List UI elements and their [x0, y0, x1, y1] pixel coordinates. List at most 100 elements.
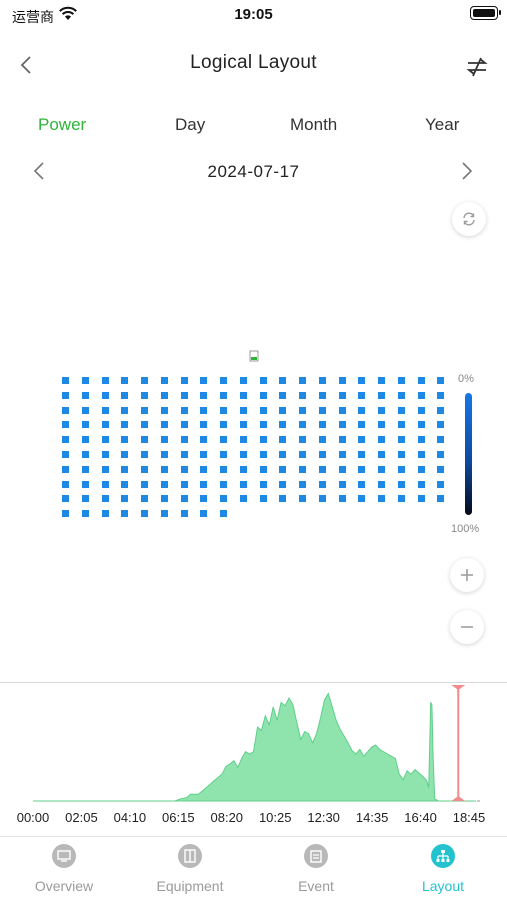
pv-module[interactable]	[299, 495, 306, 503]
pv-module[interactable]	[378, 436, 385, 444]
tab-day[interactable]: Day	[175, 115, 205, 135]
pv-module[interactable]	[101, 406, 109, 414]
pv-module[interactable]	[318, 391, 326, 399]
pv-module[interactable]	[417, 406, 425, 414]
pv-module[interactable]	[220, 377, 227, 384]
pv-module[interactable]	[81, 406, 89, 414]
pv-module[interactable]	[160, 391, 168, 399]
pv-module[interactable]	[378, 421, 385, 429]
inverter-icon[interactable]	[249, 350, 259, 362]
pv-module[interactable]	[259, 480, 267, 488]
pv-module[interactable]	[180, 495, 188, 503]
next-date-button[interactable]	[456, 158, 478, 184]
pv-module[interactable]	[160, 406, 168, 414]
pv-module[interactable]	[299, 406, 306, 414]
pv-module[interactable]	[299, 377, 306, 384]
pv-module[interactable]	[200, 451, 208, 458]
pv-module[interactable]	[220, 406, 227, 414]
pv-module[interactable]	[299, 421, 306, 429]
pv-module[interactable]	[358, 377, 366, 384]
pv-module[interactable]	[220, 451, 227, 458]
pv-module[interactable]	[180, 436, 188, 444]
pv-module[interactable]	[239, 451, 247, 458]
pv-module[interactable]	[141, 436, 148, 444]
tabbar-item-overview[interactable]: Overview	[4, 836, 124, 900]
zoom-out-button[interactable]	[450, 610, 484, 644]
tabbar-item-event[interactable]: Event	[256, 836, 376, 900]
pv-module[interactable]	[397, 391, 405, 399]
pv-module[interactable]	[200, 377, 208, 384]
pv-module[interactable]	[121, 436, 129, 444]
tab-power[interactable]: Power	[38, 115, 86, 135]
pv-module[interactable]	[220, 436, 227, 444]
tab-month[interactable]: Month	[290, 115, 337, 135]
pv-module[interactable]	[279, 436, 287, 444]
pv-module[interactable]	[101, 436, 109, 444]
pv-module[interactable]	[62, 406, 69, 414]
pv-module[interactable]	[62, 421, 69, 429]
pv-module[interactable]	[279, 465, 287, 473]
pv-module[interactable]	[121, 421, 129, 429]
pv-module[interactable]	[160, 421, 168, 429]
pv-module[interactable]	[358, 465, 366, 473]
pv-module[interactable]	[437, 391, 445, 399]
pv-module[interactable]	[259, 436, 267, 444]
zoom-in-button[interactable]	[450, 558, 484, 592]
pv-module[interactable]	[160, 436, 168, 444]
pv-module[interactable]	[200, 391, 208, 399]
pv-module[interactable]	[299, 480, 306, 488]
pv-module[interactable]	[121, 406, 129, 414]
pv-module[interactable]	[417, 391, 425, 399]
pv-module[interactable]	[397, 406, 405, 414]
pv-module[interactable]	[141, 495, 148, 503]
pv-module[interactable]	[259, 391, 267, 399]
pv-module[interactable]	[417, 451, 425, 458]
pv-module[interactable]	[220, 421, 227, 429]
pv-module[interactable]	[81, 510, 89, 518]
pv-module[interactable]	[279, 495, 287, 503]
pv-module[interactable]	[417, 465, 425, 473]
pv-module[interactable]	[180, 480, 188, 488]
pv-module[interactable]	[141, 480, 148, 488]
pv-module[interactable]	[358, 421, 366, 429]
pv-module[interactable]	[160, 377, 168, 384]
power-chart[interactable]	[0, 683, 507, 808]
switch-view-button[interactable]	[464, 54, 494, 84]
pv-module[interactable]	[318, 495, 326, 503]
pv-module[interactable]	[338, 495, 346, 503]
pv-module[interactable]	[437, 451, 445, 458]
pv-module[interactable]	[358, 406, 366, 414]
pv-module[interactable]	[81, 377, 89, 384]
pv-module[interactable]	[141, 421, 148, 429]
pv-module[interactable]	[200, 436, 208, 444]
pv-module[interactable]	[378, 451, 385, 458]
tab-year[interactable]: Year	[425, 115, 459, 135]
pv-module[interactable]	[101, 480, 109, 488]
selected-date[interactable]: 2024-07-17	[0, 162, 507, 182]
pv-module[interactable]	[101, 510, 109, 518]
pv-module[interactable]	[239, 421, 247, 429]
pv-module[interactable]	[437, 465, 445, 473]
pv-module[interactable]	[200, 421, 208, 429]
pv-module[interactable]	[417, 436, 425, 444]
pv-module[interactable]	[62, 480, 69, 488]
pv-module[interactable]	[180, 421, 188, 429]
pv-module[interactable]	[437, 436, 445, 444]
pv-module[interactable]	[121, 451, 129, 458]
pv-module[interactable]	[239, 377, 247, 384]
pv-module[interactable]	[62, 391, 69, 399]
pv-module[interactable]	[437, 480, 445, 488]
pv-module[interactable]	[180, 377, 188, 384]
pv-module[interactable]	[220, 465, 227, 473]
pv-module[interactable]	[121, 495, 129, 503]
pv-module[interactable]	[338, 421, 346, 429]
pv-module[interactable]	[200, 495, 208, 503]
pv-module[interactable]	[378, 406, 385, 414]
pv-module[interactable]	[81, 480, 89, 488]
pv-module[interactable]	[180, 406, 188, 414]
pv-module[interactable]	[220, 391, 227, 399]
pv-module[interactable]	[417, 377, 425, 384]
pv-module[interactable]	[397, 495, 405, 503]
pv-module[interactable]	[141, 391, 148, 399]
pv-module[interactable]	[397, 421, 405, 429]
